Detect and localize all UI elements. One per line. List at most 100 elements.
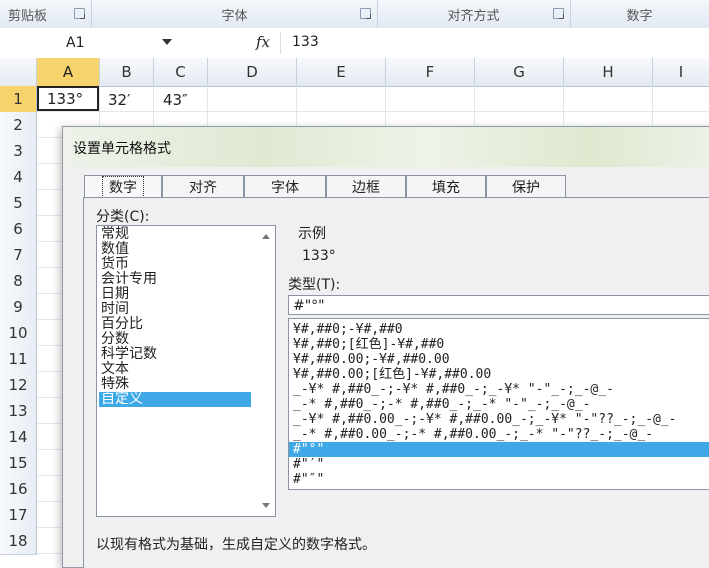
sample-label: 示例 xyxy=(298,226,326,242)
column-header-c[interactable]: C xyxy=(154,58,208,86)
format-hint-text: 以现有格式为基础，生成自定义的数字格式。 xyxy=(96,537,376,553)
type-label: 类型(T): xyxy=(288,277,341,293)
column-header-g[interactable]: G xyxy=(475,58,564,86)
list-item[interactable]: ¥#,##0;[红色]-¥#,##0 xyxy=(289,337,709,352)
dialog-title-bar[interactable]: 设置单元格格式 xyxy=(63,127,709,167)
cell-c1[interactable]: 43″ xyxy=(163,87,188,113)
row-header-13[interactable]: 13 xyxy=(0,398,37,425)
list-item[interactable]: 常规 xyxy=(99,227,251,242)
list-item[interactable]: _-* #,##0.00_-;-* #,##0.00_-;_-* "-"??_-… xyxy=(289,427,709,442)
list-item[interactable]: 文本 xyxy=(99,362,251,377)
row-header-9[interactable]: 9 xyxy=(0,294,37,321)
row-header-14[interactable]: 14 xyxy=(0,424,37,451)
row-header-8[interactable]: 8 xyxy=(0,268,37,295)
category-scrollbar[interactable] xyxy=(258,226,275,516)
tab-fill[interactable]: 填充 xyxy=(406,175,486,198)
row-header-3[interactable]: 3 xyxy=(0,138,37,165)
row-header-10[interactable]: 10 xyxy=(0,320,37,347)
ribbon-group-label: 字体 xyxy=(221,8,248,24)
insert-function-icon[interactable]: fx xyxy=(256,33,270,51)
scroll-up-icon[interactable] xyxy=(262,234,270,239)
column-header-i[interactable]: I xyxy=(653,58,709,86)
tab-number[interactable]: 数字 xyxy=(84,175,162,198)
dialog-launcher-icon[interactable] xyxy=(553,8,564,19)
row-header-15[interactable]: 15 xyxy=(0,450,37,477)
column-header-e[interactable]: E xyxy=(297,58,386,86)
row-header-6[interactable]: 6 xyxy=(0,216,37,243)
list-item[interactable]: 数值 xyxy=(99,242,251,257)
row-header-11[interactable]: 11 xyxy=(0,346,37,373)
tab-label: 保护 xyxy=(512,180,540,196)
category-label: 分类(C): xyxy=(96,209,150,225)
dialog-title: 设置单元格格式 xyxy=(73,141,171,157)
ribbon-group-label: 对齐方式 xyxy=(447,8,500,24)
scroll-down-icon[interactable] xyxy=(262,503,270,508)
format-list[interactable]: ¥#,##0;-¥#,##0 ¥#,##0;[红色]-¥#,##0 ¥#,##0… xyxy=(288,318,709,490)
ribbon-group-label: 数字 xyxy=(626,8,653,24)
ribbon-group-clipboard: 剪贴板 xyxy=(0,0,92,28)
list-item[interactable]: 特殊 xyxy=(99,377,251,392)
cell-a1[interactable]: 133° xyxy=(37,86,99,111)
list-item[interactable]: 时间 xyxy=(99,302,251,317)
gridline xyxy=(36,111,709,112)
name-box-value: A1 xyxy=(66,35,85,51)
sample-value: 133° xyxy=(302,248,336,264)
list-item[interactable]: 会计专用 xyxy=(99,272,251,287)
cell-b1[interactable]: 32′ xyxy=(108,87,131,113)
row-header-16[interactable]: 16 xyxy=(0,476,37,503)
column-header-f[interactable]: F xyxy=(386,58,475,86)
dialog-launcher-icon[interactable] xyxy=(74,8,85,19)
tab-label: 字体 xyxy=(271,180,299,196)
tab-label: 填充 xyxy=(432,180,460,196)
column-header-b[interactable]: B xyxy=(100,58,154,86)
formula-input[interactable]: 133 xyxy=(292,34,319,50)
row-header-1[interactable]: 1 xyxy=(0,86,37,113)
tab-label: 边框 xyxy=(352,180,380,196)
dialog-launcher-icon[interactable] xyxy=(360,8,371,19)
ribbon-group-font: 字体 xyxy=(92,0,378,28)
row-header-18[interactable]: 18 xyxy=(0,528,37,555)
list-item[interactable]: 分数 xyxy=(99,332,251,347)
list-item[interactable]: ¥#,##0.00;-¥#,##0.00 xyxy=(289,352,709,367)
ribbon-group-number: 数字 xyxy=(570,0,709,28)
row-header-7[interactable]: 7 xyxy=(0,242,37,269)
tab-font[interactable]: 字体 xyxy=(244,175,326,198)
tab-label: 对齐 xyxy=(189,180,217,196)
formula-bar: A1 fx 133 xyxy=(0,28,709,59)
list-item[interactable]: ¥#,##0.00;[红色]-¥#,##0.00 xyxy=(289,367,709,382)
chevron-down-icon[interactable] xyxy=(162,39,172,45)
column-header-d[interactable]: D xyxy=(208,58,297,86)
tab-protection[interactable]: 保护 xyxy=(486,175,566,198)
formula-bar-divider xyxy=(280,32,281,54)
category-list[interactable]: 常规 数值 货币 会计专用 日期 时间 百分比 分数 科学记数 文本 特殊 自定… xyxy=(96,225,276,517)
tab-label: 数字 xyxy=(102,176,144,198)
column-header-a[interactable]: A xyxy=(37,58,100,86)
type-input[interactable]: #"°" xyxy=(288,295,709,315)
ribbon-group-bar: 剪贴板 字体 对齐方式 数字 xyxy=(0,0,709,29)
list-item-selected[interactable]: 自定义 xyxy=(99,392,251,407)
select-all-corner[interactable] xyxy=(0,58,37,86)
tab-alignment[interactable]: 对齐 xyxy=(162,175,244,198)
list-item[interactable]: _-* #,##0_-;-* #,##0_-;_-* "-"_-;_-@_- xyxy=(289,397,709,412)
row-header-12[interactable]: 12 xyxy=(0,372,37,399)
column-header-bar: A B C D E F G H I xyxy=(0,58,709,87)
list-item[interactable]: 百分比 xyxy=(99,317,251,332)
row-header-5[interactable]: 5 xyxy=(0,190,37,217)
list-item[interactable]: #"′" xyxy=(289,457,709,472)
list-item[interactable]: 货币 xyxy=(99,257,251,272)
list-item[interactable]: 科学记数 xyxy=(99,347,251,362)
format-cells-dialog: 设置单元格格式 数字 对齐 字体 边框 填充 保护 分类(C): 常规 数值 货… xyxy=(62,126,709,568)
column-header-h[interactable]: H xyxy=(564,58,653,86)
list-item[interactable]: _-¥* #,##0.00_-;-¥* #,##0.00_-;_-¥* "-"?… xyxy=(289,412,709,427)
list-item[interactable]: 日期 xyxy=(99,287,251,302)
name-box[interactable]: A1 xyxy=(0,28,178,58)
row-header-17[interactable]: 17 xyxy=(0,502,37,529)
list-item[interactable]: ¥#,##0;-¥#,##0 xyxy=(289,322,709,337)
tab-border[interactable]: 边框 xyxy=(326,175,406,198)
row-header-2[interactable]: 2 xyxy=(0,112,37,139)
list-item[interactable]: _-¥* #,##0_-;-¥* #,##0_-;_-¥* "-"_-;_-@_… xyxy=(289,382,709,397)
list-item-selected[interactable]: #"°" xyxy=(289,442,709,457)
ribbon-group-alignment: 对齐方式 xyxy=(377,0,571,28)
list-item[interactable]: #"″" xyxy=(289,472,709,487)
row-header-4[interactable]: 4 xyxy=(0,164,37,191)
